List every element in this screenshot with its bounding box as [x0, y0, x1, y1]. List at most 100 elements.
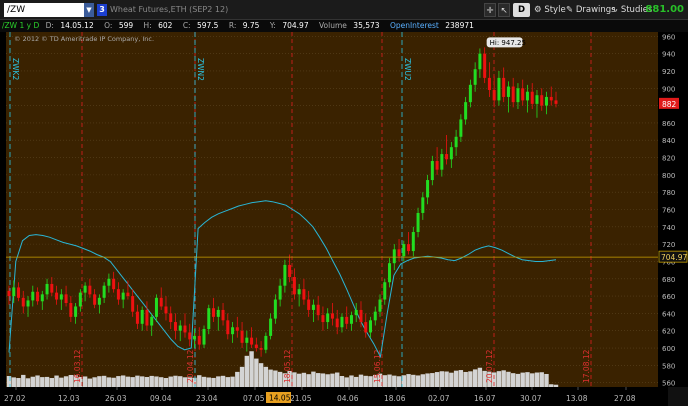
candle-body	[231, 327, 235, 335]
volume-bar	[544, 373, 549, 387]
volume-bar	[472, 369, 478, 387]
volume-bar	[354, 376, 359, 387]
candle-body	[178, 325, 182, 331]
candle-body	[83, 285, 87, 293]
x-tick-label: 21.05	[290, 394, 312, 403]
volume-bar	[225, 377, 230, 387]
volume-bar	[244, 355, 250, 387]
style-menu[interactable]: ⚙ Style	[534, 3, 566, 17]
volume-bar	[549, 384, 554, 387]
volume-bar	[35, 375, 40, 387]
volume-bar	[449, 372, 454, 387]
candle-body	[164, 306, 168, 314]
candle-body	[383, 282, 387, 300]
volume-bar	[468, 371, 473, 387]
volume-bar	[434, 372, 440, 387]
symbol-input[interactable]: /ZW	[4, 3, 84, 17]
volume-bar	[25, 378, 31, 387]
volume-bar	[268, 369, 273, 387]
close-readout: C: 597.5	[182, 21, 219, 30]
candle-body	[449, 147, 453, 160]
volume-bar	[97, 376, 102, 387]
candle-body	[516, 88, 520, 103]
candle-body	[511, 86, 515, 103]
y-tick-label: 740	[662, 224, 675, 232]
volume-bar	[254, 358, 259, 387]
volume-bar	[420, 374, 426, 387]
x-tick-label: 30.07	[520, 394, 542, 403]
candle-body	[554, 100, 558, 104]
candle-body	[345, 316, 349, 324]
volume-bar	[82, 376, 88, 387]
y-tick-label: 920	[662, 68, 675, 76]
volume-bar	[349, 375, 354, 387]
volume-bar	[144, 377, 150, 387]
candle-body	[497, 77, 501, 101]
volume-bar	[306, 374, 311, 387]
candle-body	[283, 264, 287, 286]
x-tick-label: 27.08	[614, 394, 636, 403]
candle-body	[55, 292, 59, 300]
volume-bar	[530, 373, 535, 387]
candle-body	[17, 287, 21, 298]
price-chart[interactable]: 9609409209008808608408208007807607407207…	[0, 32, 688, 406]
candle-body	[40, 294, 44, 302]
volume-bar	[40, 377, 45, 387]
candle-body	[140, 309, 144, 324]
link-badge[interactable]: 3	[97, 4, 107, 16]
candle-body	[316, 304, 320, 316]
volume-bar	[106, 377, 112, 387]
arrow-icon[interactable]: ↖	[498, 3, 510, 17]
candle-body	[330, 313, 334, 319]
candle-body	[402, 244, 406, 257]
candle-body	[421, 197, 425, 213]
volume-bar	[30, 376, 35, 387]
chevron-down-icon[interactable]: ▼	[84, 3, 94, 17]
candle-body	[78, 292, 82, 307]
candle-body	[250, 337, 254, 345]
instrument-description: Wheat Futures,ETH (SEP2 12)	[110, 5, 229, 14]
candle-body	[359, 309, 363, 323]
volume-bar	[101, 375, 107, 387]
d-button[interactable]: D	[513, 3, 531, 17]
x-tick-label: 09.04	[150, 394, 172, 403]
candle-body	[321, 315, 325, 323]
drawings-menu[interactable]: ✎ Drawings	[566, 3, 616, 17]
volume-bar	[382, 375, 387, 387]
volume-bar	[149, 375, 154, 387]
volume-bar	[249, 351, 254, 387]
candle-body	[21, 297, 25, 307]
crosshair-icon[interactable]: ✛	[484, 3, 496, 17]
candle-body	[183, 325, 187, 333]
y-tick-label: 840	[662, 137, 675, 145]
hi-label: Hi: 947.25	[490, 39, 526, 47]
volume-bar	[477, 367, 483, 387]
volume-bar	[239, 366, 245, 387]
candle-body	[278, 285, 282, 300]
candle-body	[188, 332, 192, 340]
volume-bar	[277, 371, 283, 387]
price-level-label: 704.97	[661, 253, 687, 262]
expiry-label: 20.04.12	[186, 349, 195, 383]
plot-area	[6, 32, 658, 387]
volume-bar	[292, 372, 297, 387]
candle-body	[169, 313, 173, 323]
copyright-text: © 2012 © TD Ameritrade IP Company, Inc.	[14, 35, 154, 43]
volume-bar	[87, 378, 93, 387]
rollover-label: ZWN2	[196, 58, 205, 81]
x-tick-label: 02.07	[428, 394, 450, 403]
expiry-label: 17.08.12	[582, 349, 591, 383]
volume-bar	[520, 372, 525, 387]
volume-bar	[6, 376, 12, 387]
volume-bar	[273, 370, 278, 387]
candle-body	[549, 96, 553, 101]
volume-bar	[135, 375, 140, 387]
candle-body	[245, 337, 249, 343]
volume-bar	[463, 371, 468, 387]
x-tick-label: 12.03	[58, 394, 80, 403]
y-tick-label: 660	[662, 293, 675, 301]
candle-body	[197, 335, 201, 345]
candle-body	[207, 308, 211, 329]
volume-bar	[425, 373, 430, 387]
x-tick-label: 26.03	[105, 394, 127, 403]
